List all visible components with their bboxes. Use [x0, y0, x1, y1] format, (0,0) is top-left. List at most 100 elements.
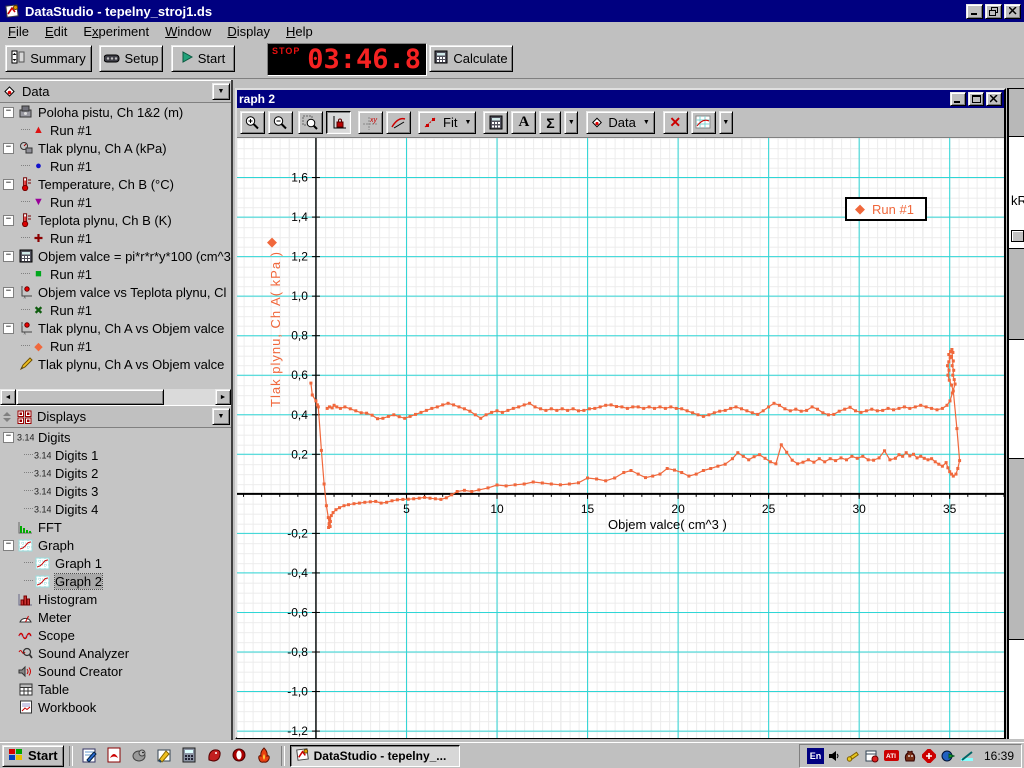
display-item-digits-4[interactable]: 3.14Digits 4: [0, 500, 231, 518]
display-item-digits-2[interactable]: 3.14Digits 2: [0, 464, 231, 482]
text-tool-button[interactable]: A: [511, 111, 536, 134]
display-item[interactable]: Sound Analyzer: [0, 644, 231, 662]
graph-minimize-button[interactable]: [950, 92, 966, 106]
scale-to-fit-button[interactable]: [326, 111, 351, 134]
graphics-tablet-icon[interactable]: [959, 748, 976, 764]
quicklaunch-calculator-icon[interactable]: [178, 745, 201, 767]
network-globe-icon[interactable]: [940, 748, 957, 764]
zoom-select-button[interactable]: [298, 111, 323, 134]
collapse-toggle[interactable]: −: [3, 540, 14, 551]
statistics-dropdown-button[interactable]: ▼: [564, 111, 578, 134]
graph-settings-dropdown-button[interactable]: ▼: [719, 111, 733, 134]
quicklaunch-dragon-icon[interactable]: [203, 745, 226, 767]
data-source-item[interactable]: Tlak plynu, Ch A vs Objem valce: [0, 355, 231, 373]
display-item[interactable]: Meter: [0, 608, 231, 626]
menu-edit[interactable]: Edit: [37, 23, 75, 40]
display-item-digits-3[interactable]: 3.14Digits 3: [0, 482, 231, 500]
menu-help[interactable]: Help: [278, 23, 321, 40]
graph-titlebar[interactable]: raph 2: [237, 90, 1004, 108]
displays-panel-header[interactable]: Displays ▼: [0, 405, 231, 428]
scroll-thumb[interactable]: [16, 389, 164, 405]
menu-experiment[interactable]: Experiment: [75, 23, 157, 40]
menu-display[interactable]: Display: [219, 23, 278, 40]
display-item[interactable]: Workbook: [0, 698, 231, 716]
collapse-toggle[interactable]: −: [3, 251, 14, 262]
menu-file[interactable]: File: [0, 23, 37, 40]
plot-area[interactable]: 1,61,41,21,00,80,60,40,2-0,2-0,4-0,6-0,8…: [237, 138, 1004, 738]
taskbar-clock[interactable]: 16:39: [984, 749, 1014, 763]
graph-close-button[interactable]: [986, 92, 1002, 106]
language-indicator[interactable]: En: [807, 748, 824, 764]
task-button-datastudio[interactable]: DataStudio - tepelny_...: [290, 745, 460, 767]
run-item[interactable]: ▲Run #1: [0, 121, 231, 139]
data-panel-header[interactable]: Data ▼: [0, 80, 231, 103]
run-item[interactable]: ◆Run #1: [0, 337, 231, 355]
summary-button[interactable]: Summary: [5, 45, 92, 72]
sync-icon[interactable]: [921, 748, 938, 764]
setup-button[interactable]: Setup: [99, 45, 163, 72]
volume-icon[interactable]: [826, 748, 843, 764]
titlebar[interactable]: DataStudio - tepelny_stroj1.ds: [0, 0, 1024, 22]
displays-panel-dropdown-button[interactable]: ▼: [212, 408, 230, 425]
background-window-edge[interactable]: kR: [1007, 88, 1024, 739]
restore-button[interactable]: [985, 4, 1002, 19]
display-item[interactable]: −Graph: [0, 536, 231, 554]
devil-icon[interactable]: [902, 748, 919, 764]
graph-maximize-button[interactable]: [968, 92, 984, 106]
data-menu-button[interactable]: Data ▼: [586, 111, 654, 134]
start-menu-button[interactable]: Start: [2, 745, 64, 767]
collapse-toggle[interactable]: −: [3, 215, 14, 226]
calculate-button[interactable]: Calculate: [429, 45, 513, 72]
quicklaunch-opera-icon[interactable]: [228, 745, 251, 767]
quicklaunch-flame-icon[interactable]: [253, 745, 276, 767]
data-panel-dropdown-button[interactable]: ▼: [212, 83, 230, 100]
scheduler-icon[interactable]: [864, 748, 881, 764]
data-source-item[interactable]: −Teplota plynu, Ch B (K): [0, 211, 231, 229]
collapse-toggle[interactable]: −: [3, 179, 14, 190]
collapse-toggle[interactable]: −: [3, 287, 14, 298]
display-item[interactable]: −3.14Digits: [0, 428, 231, 446]
data-source-item[interactable]: −Tlak plynu, Ch A (kPa): [0, 139, 231, 157]
data-source-item[interactable]: −Temperature, Ch B (°C): [0, 175, 231, 193]
data-panel-hscrollbar[interactable]: ◄ ►: [0, 389, 231, 405]
run-item[interactable]: ✖Run #1: [0, 301, 231, 319]
smart-tool-button[interactable]: xy: [358, 111, 383, 134]
graph-settings-button[interactable]: [691, 111, 716, 134]
display-item[interactable]: Table: [0, 680, 231, 698]
display-item[interactable]: Histogram: [0, 590, 231, 608]
statistics-button[interactable]: Σ: [539, 111, 561, 134]
quicklaunch-bird-icon[interactable]: [128, 745, 151, 767]
fit-menu-button[interactable]: Fit ▼: [418, 111, 476, 134]
run-item[interactable]: ▼Run #1: [0, 193, 231, 211]
display-item-digits-1[interactable]: 3.14Digits 1: [0, 446, 231, 464]
run-item[interactable]: ✚Run #1: [0, 229, 231, 247]
data-source-item[interactable]: −Poloha pistu, Ch 1&2 (m): [0, 103, 231, 121]
data-source-item[interactable]: −xObjem valce vs Teplota plynu, Cl: [0, 283, 231, 301]
slope-tool-button[interactable]: [386, 111, 411, 134]
run-item[interactable]: ■Run #1: [0, 265, 231, 283]
start-measurement-button[interactable]: Start: [171, 45, 235, 72]
display-item[interactable]: Scope: [0, 626, 231, 644]
display-item[interactable]: Sound Creator: [0, 662, 231, 680]
zoom-in-button[interactable]: [240, 111, 265, 134]
menu-window[interactable]: Window: [157, 23, 219, 40]
delete-button[interactable]: ✕: [663, 111, 688, 134]
display-item-graph-2[interactable]: Graph 2: [0, 572, 231, 590]
ati-icon[interactable]: ATI: [883, 748, 900, 764]
collapse-toggle[interactable]: −: [3, 107, 14, 118]
display-item[interactable]: FFT: [0, 518, 231, 536]
close-button[interactable]: [1004, 4, 1021, 19]
scroll-left-button[interactable]: ◄: [0, 389, 16, 405]
display-item-graph-1[interactable]: Graph 1: [0, 554, 231, 572]
collapse-toggle[interactable]: −: [3, 143, 14, 154]
data-source-item[interactable]: −Objem valce = pi*r*r*y*100 (cm^3: [0, 247, 231, 265]
zoom-out-button[interactable]: [268, 111, 293, 134]
quicklaunch-paint-icon[interactable]: [153, 745, 176, 767]
quicklaunch-notepad-icon[interactable]: [78, 745, 101, 767]
run-item[interactable]: ●Run #1: [0, 157, 231, 175]
graph-calculator-button[interactable]: [483, 111, 508, 134]
key-icon[interactable]: [845, 748, 862, 764]
legend[interactable]: ◆ Run #1: [845, 197, 927, 221]
minimize-button[interactable]: [966, 4, 983, 19]
scroll-right-button[interactable]: ►: [215, 389, 231, 405]
